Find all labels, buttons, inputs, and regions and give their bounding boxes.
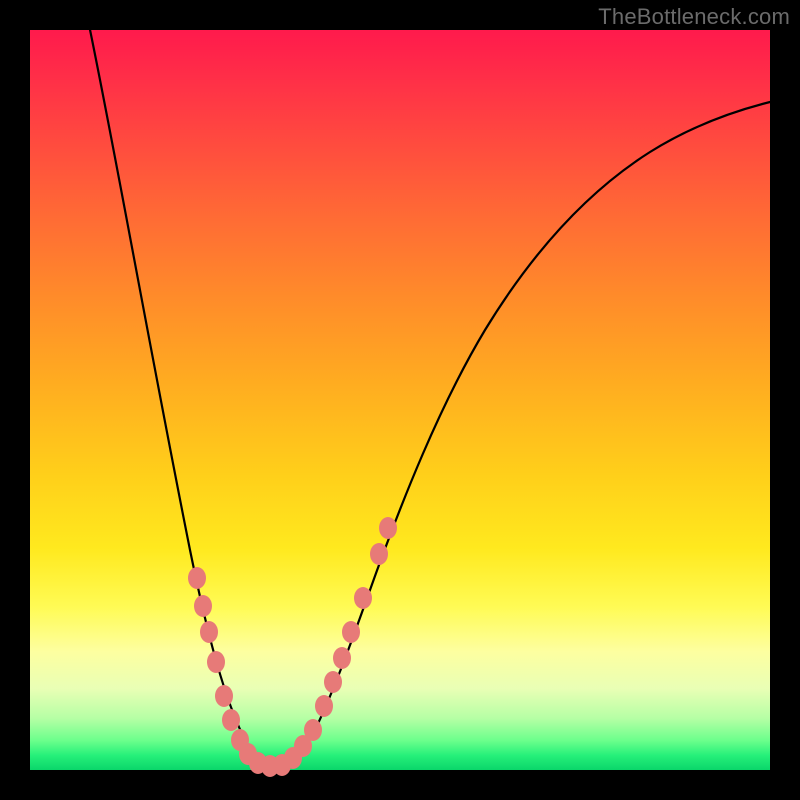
curve-layer <box>30 30 770 770</box>
curve-markers <box>188 517 397 777</box>
curve-marker <box>222 709 240 731</box>
curve-marker <box>379 517 397 539</box>
chart-frame: TheBottleneck.com <box>0 0 800 800</box>
curve-marker <box>354 587 372 609</box>
curve-marker <box>304 719 322 741</box>
bottleneck-curve <box>88 20 770 766</box>
curve-marker <box>370 543 388 565</box>
curve-marker <box>333 647 351 669</box>
curve-marker <box>342 621 360 643</box>
plot-area <box>30 30 770 770</box>
curve-marker <box>188 567 206 589</box>
curve-marker <box>315 695 333 717</box>
curve-marker <box>194 595 212 617</box>
curve-marker <box>207 651 225 673</box>
curve-marker <box>200 621 218 643</box>
watermark-text: TheBottleneck.com <box>598 4 790 30</box>
curve-marker <box>215 685 233 707</box>
curve-marker <box>324 671 342 693</box>
